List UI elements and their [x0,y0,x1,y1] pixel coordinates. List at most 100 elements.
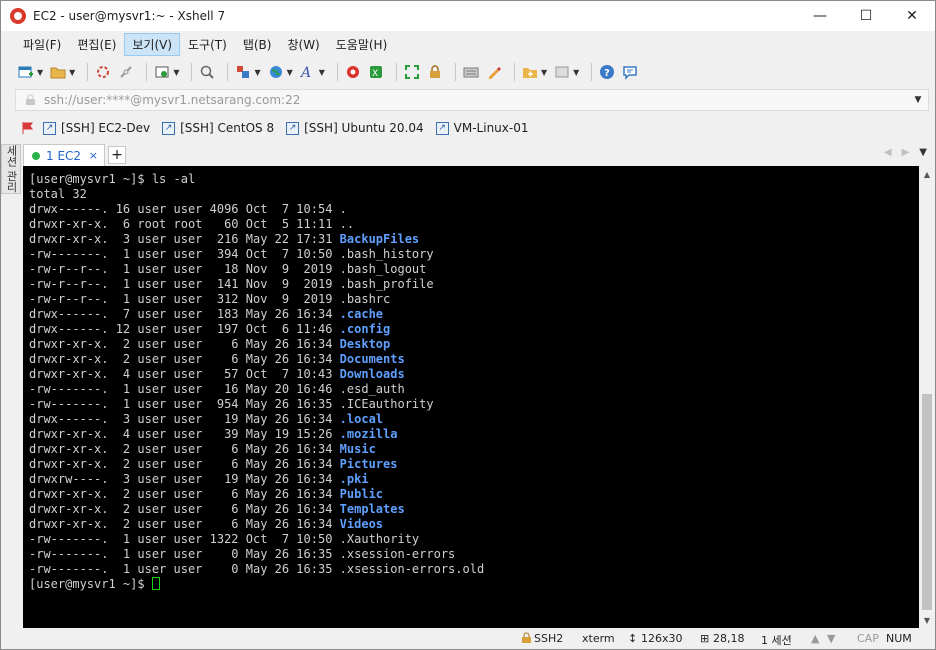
connect-icon[interactable] [94,63,112,81]
link-centos-8[interactable]: ↗ [SSH] CentOS 8 [162,121,274,135]
ssh-lock-icon [521,632,532,647]
tab-next-icon[interactable]: ▶ [902,147,910,158]
terminal-output[interactable]: [user@mysvr1 ~]$ ls -al total 32 drwx---… [23,166,919,628]
cursor-position-status: 28,18 [713,632,745,645]
font-icon[interactable]: A [299,63,317,81]
open-dropdown-icon[interactable]: ▼ [69,68,75,77]
toolbar-separator [87,63,89,81]
listing-row: drwxr-xr-x. 2 user user 6 May 26 16:34 D… [29,352,919,367]
scrollbar-thumb[interactable] [922,394,932,610]
address-bar[interactable]: ssh://user:****@mysvr1.netsarang.com:22 … [15,89,929,111]
tab-close-icon[interactable]: × [89,149,98,162]
maximize-button[interactable]: ☐ [843,1,889,31]
xftp-icon[interactable] [344,63,362,81]
new-tab-button[interactable]: + [108,146,126,164]
links-bar: ↗ [SSH] EC2-Dev ↗ [SSH] CentOS 8 ↗ [SSH]… [1,117,935,139]
menu-window[interactable]: 창(W) [279,33,327,56]
menu-bar: 파일(F) 편집(E) 보기(V) 도구(T) 탭(B) 창(W) 도움말(H) [1,32,935,56]
tab-prev-icon[interactable]: ◀ [884,147,892,158]
properties-dropdown-icon[interactable]: ▼ [173,68,179,77]
listing-meta: drwxr-xr-x. 4 user user 39 May 19 15:26 [29,427,340,441]
lock-icon[interactable] [426,63,444,81]
file-name: .bash_history [339,247,434,261]
address-dropdown-icon[interactable]: ▼ [908,95,928,105]
scroll-up-icon[interactable]: ▲ [919,166,935,182]
minimize-icon: — [813,8,827,24]
properties-icon[interactable] [153,63,171,81]
listing-meta: drwxr-xr-x. 2 user user 6 May 26 16:34 [29,457,340,471]
link-ec2-dev[interactable]: ↗ [SSH] EC2-Dev [43,121,150,135]
xshell-window: EC2 - user@mysvr1:~ - Xshell 7 — ☐ ✕ 파일(… [0,0,936,650]
session-down-icon[interactable]: ▼ [827,632,835,645]
session-up-icon[interactable]: ▲ [811,632,819,645]
new-session-icon[interactable] [17,63,35,81]
menu-tools[interactable]: 도구(T) [180,33,235,56]
menu-edit[interactable]: 편집(E) [69,33,124,56]
listing-meta: -rw-------. 1 user user 0 May 26 16:35 [29,562,340,576]
listing-row: drwxr-xr-x. 2 user user 6 May 26 16:34 M… [29,442,919,457]
add-tab-icon[interactable] [521,63,539,81]
listing-meta: -rw-------. 1 user user 394 Oct 7 10:50 [29,247,340,261]
scroll-down-icon[interactable]: ▼ [919,612,935,628]
tab-list-dropdown-icon[interactable]: ▼ [919,147,927,158]
directory-name: .cache [339,307,384,321]
search-icon[interactable] [198,63,216,81]
links-flag-icon[interactable] [21,121,35,135]
open-folder-icon[interactable] [49,63,67,81]
menu-file[interactable]: 파일(F) [15,33,69,56]
directory-name: Templates [339,502,405,516]
listing-row: drwxr-xr-x. 2 user user 6 May 26 16:34 P… [29,457,919,472]
new-session-dropdown-icon[interactable]: ▼ [37,68,43,77]
tab-ec2[interactable]: 1 EC2 × [23,144,105,166]
menu-tab[interactable]: 탭(B) [235,33,280,56]
file-name: .bash_profile [339,277,434,291]
close-button[interactable]: ✕ [889,1,935,31]
minimize-button[interactable]: — [797,1,843,31]
close-icon: ✕ [906,8,918,24]
highlight-icon[interactable] [485,63,503,81]
globe-dropdown-icon[interactable]: ▼ [287,68,293,77]
toolbar-separator [454,63,456,81]
transfer-dropdown-icon[interactable]: ▼ [254,68,260,77]
link-ubuntu-2004[interactable]: ↗ [SSH] Ubuntu 20.04 [286,121,424,135]
font-dropdown-icon[interactable]: ▼ [319,68,325,77]
chat-icon[interactable] [621,63,639,81]
layout-dropdown-icon[interactable]: ▼ [573,68,579,77]
toolbar-separator [395,63,397,81]
disconnect-icon[interactable] [117,63,135,81]
title-bar[interactable]: EC2 - user@mysvr1:~ - Xshell 7 — ☐ ✕ [1,1,935,31]
menu-view[interactable]: 보기(V) [124,32,181,56]
keyboard-icon[interactable] [462,63,480,81]
listing-row: drwxr-xr-x. 4 user user 57 Oct 7 10:43 D… [29,367,919,382]
address-input[interactable]: ssh://user:****@mysvr1.netsarang.com:22 [44,93,908,107]
listing-row: drwx------. 16 user user 4096 Oct 7 10:5… [29,202,919,217]
directory-name: .mozilla [339,427,398,441]
listing-meta: -rw-------. 1 user user 954 May 26 16:35 [29,397,340,411]
listing-meta: drwxr-xr-x. 2 user user 6 May 26 16:34 [29,502,340,516]
listing-meta: drwxr-xr-x. 2 user user 6 May 26 16:34 [29,442,340,456]
listing-row: drwxr-xr-x. 2 user user 6 May 26 16:34 D… [29,337,919,352]
menu-help[interactable]: 도움말(H) [328,33,396,56]
prompt-line: [user@mysvr1 ~]$ [29,577,919,592]
globe-icon[interactable] [267,63,285,81]
listing-row: -rw-------. 1 user user 1322 Oct 7 10:50… [29,532,919,547]
file-name: . [339,202,347,216]
terminal-type-status: xterm [582,632,615,645]
layout-icon[interactable] [553,63,571,81]
add-tab-dropdown-icon[interactable]: ▼ [541,68,547,77]
caps-lock-status: CAP [857,632,879,645]
transfer-icon[interactable] [234,63,252,81]
help-icon[interactable]: ? [598,63,616,81]
session-manager-toggle[interactable]: 세션 관리 [1,144,21,194]
link-vm-linux-01[interactable]: ↗ VM-Linux-01 [435,121,528,135]
svg-text:X: X [372,69,378,79]
listing-meta: drwxr-xr-x. 4 user user 57 Oct 7 10:43 [29,367,340,381]
listing-meta: drwxr-xr-x. 3 user user 216 May 22 17:31 [29,232,340,246]
directory-name: Downloads [339,367,405,381]
xmanager-icon[interactable]: X [367,63,385,81]
total-line: total 32 [29,187,87,201]
terminal-scrollbar[interactable]: ▲ ▼ [919,166,935,628]
listing-row: -rw-------. 1 user user 16 May 20 16:46 … [29,382,919,397]
listing-row: drwxr-xr-x. 2 user user 6 May 26 16:34 T… [29,502,919,517]
fullscreen-icon[interactable] [403,63,421,81]
